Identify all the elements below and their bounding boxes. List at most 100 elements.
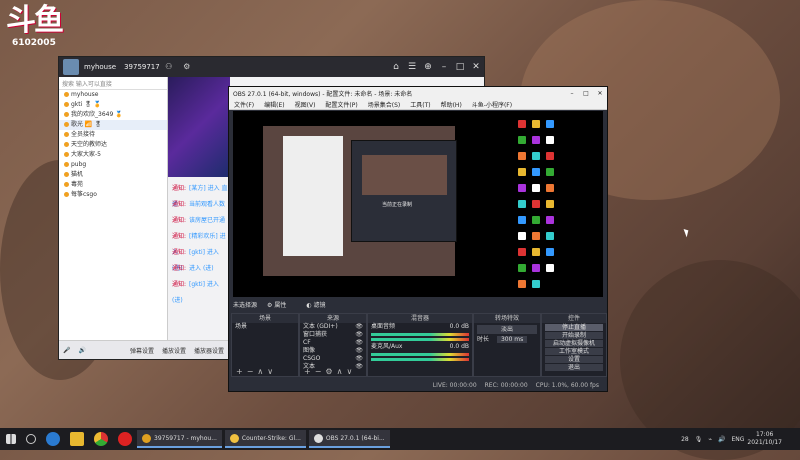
source-item[interactable]: 窗口捕获 👁 [300,331,366,339]
list-item[interactable]: 全员接待 [59,130,167,140]
desktop-app-icon [532,248,540,256]
eye-icon[interactable]: 👁 [355,355,363,363]
scene-item[interactable]: 场景 [232,323,298,331]
control-button[interactable]: 退出 [545,364,603,371]
volume-icon[interactable]: 🔊 [78,347,85,354]
menu-item[interactable]: 编辑(E) [264,100,284,109]
duration-input[interactable]: 300 ms [496,336,528,343]
menu-item[interactable]: 配置文件(P) [325,100,357,109]
remove-icon[interactable]: − [315,367,322,376]
add-icon[interactable]: + [236,367,243,376]
bottom-item-player[interactable]: 播放器设置 [194,346,224,355]
folder-icon[interactable] [70,432,84,446]
taskbar-app[interactable]: Counter-Strike: Gl... [224,430,306,448]
avatar[interactable] [63,59,79,75]
obs-title-text: OBS 27.0.1 (64-bit, windows) - 配置文件: 未命名… [233,90,413,98]
list-icon[interactable]: ☰ [404,62,420,72]
source-item[interactable]: 文本 (GDI+) 👁 [300,323,366,331]
taskbar-apps: 39759717 - myhou... Counter-Strike: Gl...… [137,430,393,448]
volume-tray-icon[interactable]: 🔊 [718,436,725,443]
volume-slider[interactable] [371,358,469,361]
eye-icon[interactable]: 👁 [355,339,363,347]
room-titlebar: myhouse 39759717 ⚇ ⚙ ⌂ ☰ ⊕ – □ ✕ [59,57,484,77]
menu-item[interactable]: 场景集合(S) [368,100,401,109]
control-button[interactable]: 工作室模式 [545,348,603,355]
list-item[interactable]: myhouse [59,90,167,100]
mixer-channel: 桌面音频 0.0 dB [368,323,472,331]
gamepad-icon[interactable]: ⊕ [420,62,436,72]
chat-prefix: 通知: [172,265,187,272]
bottom-item-danmu[interactable]: 弹幕设置 [130,346,154,355]
taskbar-app[interactable]: OBS 27.0.1 (64-bi... [308,430,390,448]
home-icon[interactable]: ⌂ [388,62,404,72]
minimize-button[interactable]: – [565,90,579,97]
source-item[interactable]: 图像 👁 [300,347,366,355]
windows-start-icon[interactable] [6,434,16,444]
eye-icon[interactable]: 👁 [355,347,363,355]
desktop-app-icon [518,280,526,288]
search-icon[interactable] [26,434,36,444]
list-item[interactable]: 毒苑 [59,180,167,190]
source-item[interactable]: CF 👁 [300,339,366,347]
chrome-icon[interactable] [94,432,108,446]
list-item[interactable]: 猫机 [59,170,167,180]
menu-item[interactable]: 视图(V) [295,100,316,109]
add-icon[interactable]: + [304,367,311,376]
mic-tray-icon[interactable]: 🎙 [695,436,703,443]
desktop-app-icon [546,152,554,160]
eye-icon[interactable]: 👁 [355,323,363,331]
list-item[interactable]: 天空的教师达 [59,140,167,150]
clock[interactable]: 17:06 2021/10/17 [747,431,782,447]
up-icon[interactable]: ∧ [337,367,343,376]
filters-button[interactable]: ◐ 滤镜 [306,300,335,309]
list-item[interactable]: 大家大家-5 [59,150,167,160]
source-item[interactable]: CSGO 👁 [300,355,366,363]
properties-button[interactable]: ⚙ 属性 [267,300,296,309]
mic-icon[interactable]: 🎤 [63,347,70,354]
menu-item[interactable]: 工具(T) [410,100,430,109]
user-icon[interactable]: ⚇ [164,62,174,72]
sources-dock: 来源 文本 (GDI+) 👁 窗口捕获 👁 CF 👁 图像 👁 CSGO 👁 文本 👁 +… [299,313,367,377]
list-item[interactable]: 每筝csgo [59,190,167,200]
menu-item[interactable]: 文件(F) [234,100,254,109]
douyu-watermark: 斗鱼 6102005 [6,4,76,56]
desktop-app-icon [546,264,554,272]
user-name: 歌光 📶 🎖 [71,121,102,128]
properties-label: 属性 [274,301,287,309]
maximize-button[interactable]: □ [452,62,468,72]
eye-icon[interactable]: 👁 [355,331,363,339]
taskbar-app[interactable]: 39759717 - myhou... [137,430,222,448]
down-icon[interactable]: ∨ [346,367,352,376]
list-item[interactable]: gkti 🎖 🏅 [59,100,167,110]
control-button[interactable]: 设置 [545,356,603,363]
gear-icon[interactable]: ⚙ [325,367,332,376]
menu-item[interactable]: 帮助(H) [441,100,462,109]
search-input[interactable]: 搜索 输入可以直接 [59,77,167,90]
close-button[interactable]: ✕ [468,62,484,72]
list-item[interactable]: pubg [59,160,167,170]
control-button[interactable]: 启动虚拟摄像机 [545,340,603,347]
menu-item[interactable]: 斗鱼-小程序(F) [472,100,512,109]
bottom-item-play[interactable]: 播放设置 [162,346,186,355]
close-button[interactable]: ✕ [593,90,607,97]
language-indicator[interactable]: ENG [731,436,744,443]
control-button[interactable]: 开始录制 [545,332,603,339]
maximize-button[interactable]: □ [579,90,593,97]
volume-slider[interactable] [371,338,469,341]
promo-banner[interactable] [168,77,230,177]
list-item[interactable]: 歌光 📶 🎖 [59,120,167,130]
network-icon[interactable]: ⌁ [708,436,712,443]
control-button[interactable]: 停止直播 [545,324,603,331]
minimize-button[interactable]: – [436,62,452,72]
room-number: 39759717 [124,63,160,71]
app-icon[interactable] [118,432,132,446]
transition-select[interactable]: 淡出 [477,325,537,334]
down-icon[interactable]: ∨ [267,367,273,376]
up-icon[interactable]: ∧ [257,367,263,376]
edge-icon[interactable] [46,432,60,446]
settings-icon[interactable]: ⚙ [182,62,192,72]
obs-preview[interactable]: 当前正在录制 [233,111,603,297]
list-item[interactable]: 我的欢欣_3649 🏅 [59,110,167,120]
remove-icon[interactable]: − [247,367,254,376]
desktop-app-icon [518,200,526,208]
